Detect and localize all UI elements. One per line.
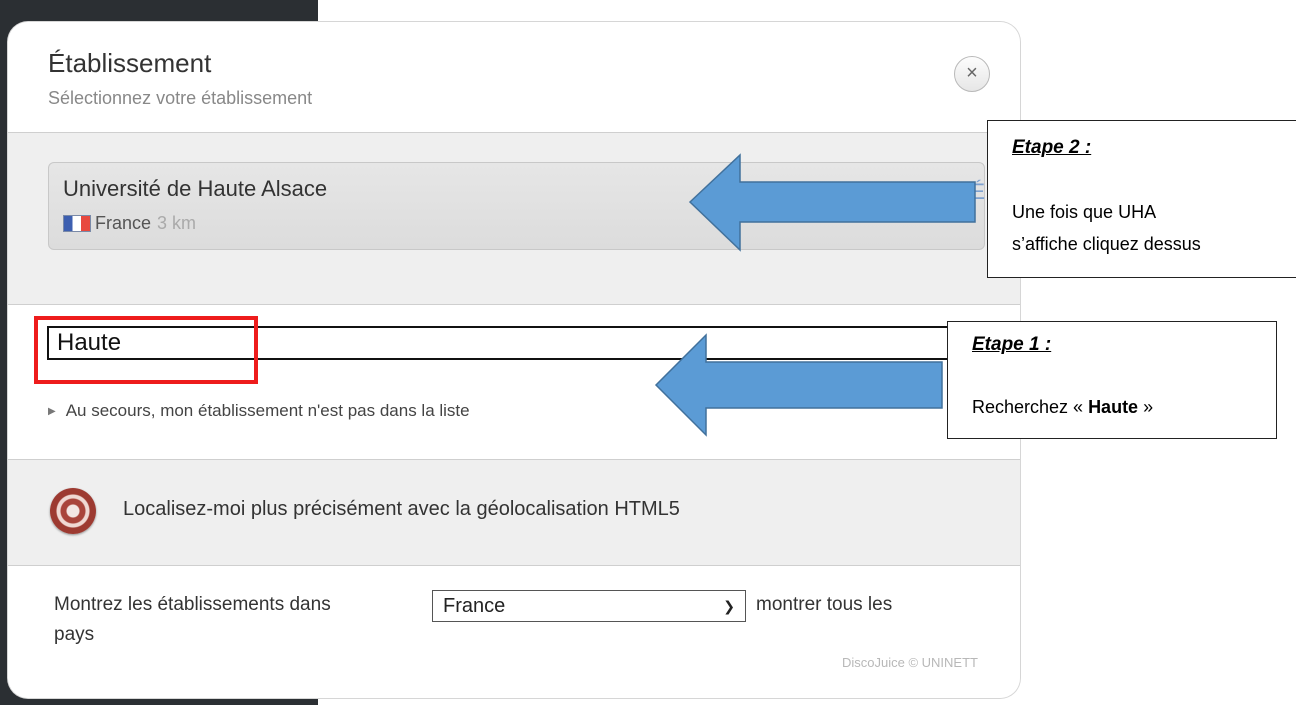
step2-line1: Une fois que UHA [1012, 202, 1157, 222]
target-icon[interactable] [50, 488, 96, 534]
institution-meta: France 3 km [63, 213, 196, 234]
country-filter-section: Montrez les établissements dans France ❯… [8, 566, 1020, 698]
institution-country: France [95, 213, 152, 233]
institution-name: Université de Haute Alsace [63, 176, 328, 201]
institution-logo: UNIVERSITÉ [825, 179, 988, 204]
institution-distance: 3 km [157, 213, 197, 233]
triangle-right-icon: ▶ [48, 406, 56, 417]
search-highlight-box [34, 316, 258, 384]
step1-title: Etape 1 : [972, 334, 1052, 355]
backdrop-top [318, 0, 1030, 18]
step1-body: Recherchez « Haute » [972, 392, 1153, 422]
step1-suffix: » [1138, 397, 1154, 417]
geolocation-text[interactable]: Localisez-moi plus précisément avec la g… [123, 498, 680, 521]
modal-title: Établissement [48, 48, 212, 78]
step2-title: Etape 2 : [1012, 137, 1092, 158]
step1-keyword: Haute [1088, 397, 1139, 417]
country-select[interactable]: France ❯ [432, 590, 746, 622]
country-select-value: France [443, 595, 506, 617]
step2-line2: s’affiche cliquez dessus [1012, 234, 1201, 254]
close-icon[interactable]: × [954, 56, 990, 92]
show-all-countries-link-cont[interactable]: pays [54, 624, 94, 646]
annotation-step1: Etape 1 : Recherchez « Haute » [947, 321, 1277, 439]
modal-header: Établissement Sélectionnez votre établis… [8, 22, 1020, 133]
country-filter-label: Montrez les établissements dans [54, 594, 331, 615]
annotation-step2: Etape 2 : Une fois que UHA s’affiche cli… [987, 120, 1296, 278]
geolocation-section[interactable]: Localisez-moi plus précisément avec la g… [8, 460, 1020, 566]
help-link[interactable]: ▶ Au secours, mon établissement n'est pas… [48, 401, 470, 421]
show-all-countries-link[interactable]: montrer tous les [756, 594, 892, 616]
chevron-down-icon: ❯ [723, 598, 735, 614]
help-link-label: Au secours, mon établissement n'est pas … [65, 401, 470, 420]
france-flag-icon [63, 215, 91, 232]
step1-prefix: Recherchez « [972, 397, 1089, 417]
modal-subtitle: Sélectionnez votre établissement [48, 88, 313, 108]
credit-text: DiscoJuice © UNINETT [842, 655, 978, 670]
institution-result-item[interactable]: Université de Haute Alsace France 3 km U… [48, 162, 985, 250]
